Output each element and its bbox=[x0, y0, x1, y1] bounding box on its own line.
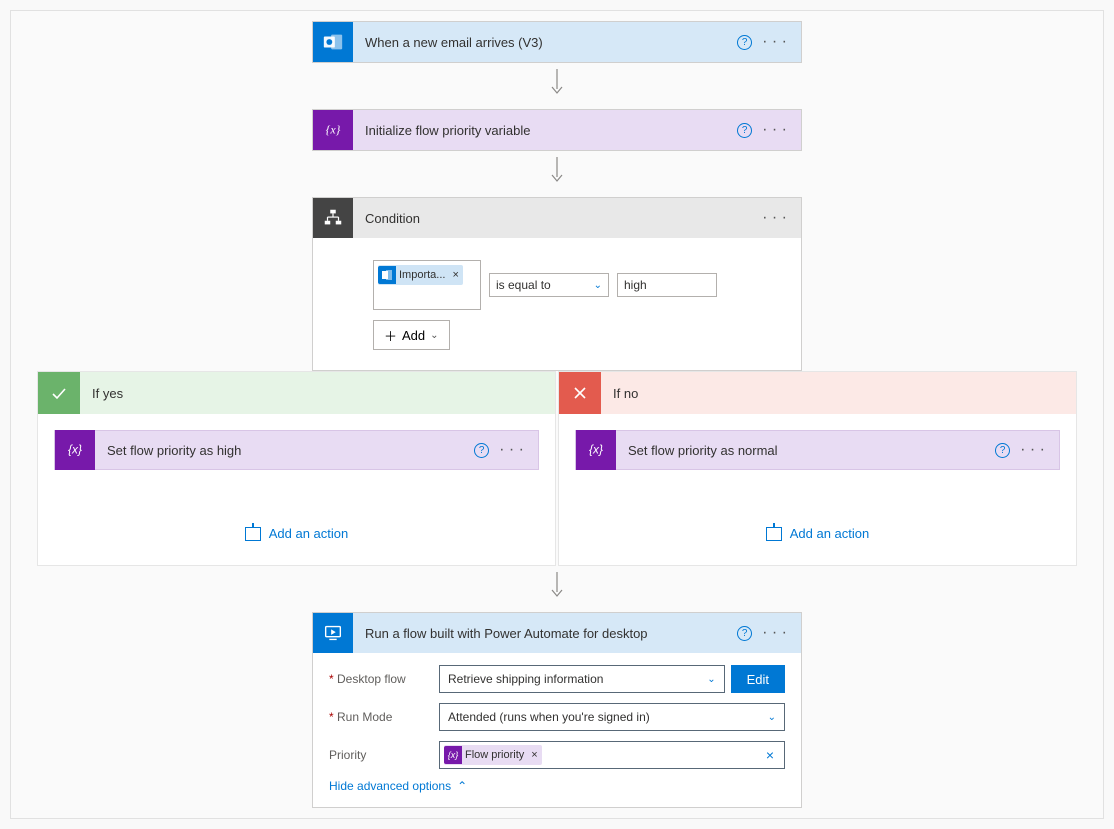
add-action-icon bbox=[766, 527, 782, 541]
condition-node[interactable]: Condition · · · Importa... × is equal bbox=[312, 197, 802, 371]
priority-input[interactable]: {x} Flow priority × × bbox=[439, 741, 785, 769]
chevron-down-icon: ⌄ bbox=[594, 280, 602, 291]
init-var-title: Initialize flow priority variable bbox=[365, 123, 737, 138]
run-mode-value: Attended (runs when you're signed in) bbox=[448, 710, 650, 724]
help-icon[interactable]: ? bbox=[737, 35, 752, 50]
plus-icon: ＋ bbox=[384, 326, 397, 345]
trigger-header[interactable]: When a new email arrives (V3) ? · · · bbox=[313, 22, 801, 62]
set-priority-normal-node[interactable]: {x} Set flow priority as normal ? · · · bbox=[575, 430, 1060, 470]
priority-label: Priority bbox=[329, 748, 439, 762]
add-action-no[interactable]: Add an action bbox=[766, 526, 870, 541]
trigger-title: When a new email arrives (V3) bbox=[365, 35, 737, 50]
condition-body: Importa... × is equal to ⌄ high ＋ Add ⌄ bbox=[313, 238, 801, 370]
token-remove-icon[interactable]: × bbox=[448, 269, 462, 281]
check-icon bbox=[38, 372, 80, 414]
add-action-label: Add an action bbox=[269, 526, 349, 541]
chevron-up-icon: ⌃ bbox=[457, 779, 467, 793]
set-high-title: Set flow priority as high bbox=[107, 443, 474, 458]
condition-title: Condition bbox=[365, 211, 758, 226]
init-var-header[interactable]: {x} Initialize flow priority variable ? … bbox=[313, 110, 801, 150]
branch-no-header: If no bbox=[559, 372, 1076, 414]
variable-icon: {x} bbox=[576, 430, 616, 470]
token-text: Flow priority bbox=[462, 749, 527, 761]
more-menu-icon[interactable]: · · · bbox=[758, 33, 791, 51]
more-menu-icon[interactable]: · · · bbox=[758, 624, 791, 642]
chevron-down-icon: ⌄ bbox=[707, 674, 715, 685]
trigger-node[interactable]: When a new email arrives (V3) ? · · · bbox=[312, 21, 802, 63]
arrow-icon bbox=[547, 572, 567, 600]
close-icon bbox=[559, 372, 601, 414]
clear-field-icon[interactable]: × bbox=[760, 747, 780, 763]
set-normal-title: Set flow priority as normal bbox=[628, 443, 995, 458]
variable-icon: {x} bbox=[313, 110, 353, 150]
condition-icon bbox=[313, 198, 353, 238]
condition-operator-select[interactable]: is equal to ⌄ bbox=[489, 273, 609, 297]
edit-button[interactable]: Edit bbox=[731, 665, 785, 693]
desktop-flow-icon bbox=[313, 613, 353, 653]
set-priority-high-node[interactable]: {x} Set flow priority as high ? · · · bbox=[54, 430, 539, 470]
branch-no: If no {x} Set flow priority as normal ? … bbox=[558, 371, 1077, 566]
outlook-icon bbox=[313, 22, 353, 62]
branch-yes: If yes {x} Set flow priority as high ? ·… bbox=[37, 371, 556, 566]
run-flow-body: * Desktop flow Retrieve shipping informa… bbox=[313, 653, 801, 807]
variable-icon: {x} bbox=[55, 430, 95, 470]
run-desktop-flow-node[interactable]: Run a flow built with Power Automate for… bbox=[312, 612, 802, 808]
add-action-yes[interactable]: Add an action bbox=[245, 526, 349, 541]
condition-branches: If yes {x} Set flow priority as high ? ·… bbox=[11, 371, 1103, 566]
more-menu-icon[interactable]: · · · bbox=[1016, 441, 1049, 459]
arrow-icon bbox=[547, 69, 567, 97]
desktop-flow-label: * Desktop flow bbox=[329, 672, 439, 686]
chevron-down-icon: ⌄ bbox=[430, 330, 438, 341]
more-menu-icon[interactable]: · · · bbox=[758, 209, 791, 227]
help-icon[interactable]: ? bbox=[474, 443, 489, 458]
token-remove-icon[interactable]: × bbox=[527, 749, 541, 761]
run-flow-title: Run a flow built with Power Automate for… bbox=[365, 626, 737, 641]
condition-header[interactable]: Condition · · · bbox=[313, 198, 801, 238]
help-icon[interactable]: ? bbox=[737, 626, 752, 641]
add-label: Add bbox=[402, 328, 425, 343]
hide-advanced-options-link[interactable]: Hide advanced options ⌃ bbox=[329, 779, 785, 793]
condition-left-operand[interactable]: Importa... × bbox=[373, 260, 481, 310]
variable-token-icon: {x} bbox=[444, 746, 462, 764]
svg-text:{x}: {x} bbox=[589, 443, 603, 457]
condition-value-input[interactable]: high bbox=[617, 273, 717, 297]
svg-text:{x}: {x} bbox=[68, 443, 82, 457]
add-action-label: Add an action bbox=[790, 526, 870, 541]
svg-text:{x}: {x} bbox=[326, 123, 341, 137]
token-text: Importa... bbox=[396, 269, 448, 281]
dynamic-token-importance[interactable]: Importa... × bbox=[378, 265, 463, 285]
help-icon[interactable]: ? bbox=[995, 443, 1010, 458]
flow-canvas: When a new email arrives (V3) ? · · · {x… bbox=[10, 10, 1104, 819]
add-action-icon bbox=[245, 527, 261, 541]
branch-yes-label: If yes bbox=[92, 386, 123, 401]
more-menu-icon[interactable]: · · · bbox=[495, 441, 528, 459]
dynamic-token-flow-priority[interactable]: {x} Flow priority × bbox=[444, 745, 542, 765]
add-condition-button[interactable]: ＋ Add ⌄ bbox=[373, 320, 450, 350]
desktop-flow-value: Retrieve shipping information bbox=[448, 672, 603, 686]
outlook-token-icon bbox=[378, 266, 396, 284]
run-flow-header[interactable]: Run a flow built with Power Automate for… bbox=[313, 613, 801, 653]
run-mode-select[interactable]: Attended (runs when you're signed in) ⌄ bbox=[439, 703, 785, 731]
arrow-icon bbox=[547, 157, 567, 185]
more-menu-icon[interactable]: · · · bbox=[758, 121, 791, 139]
condition-value-text: high bbox=[624, 278, 647, 292]
chevron-down-icon: ⌄ bbox=[768, 712, 776, 723]
run-mode-label: * Run Mode bbox=[329, 710, 439, 724]
branch-yes-header: If yes bbox=[38, 372, 555, 414]
branch-no-label: If no bbox=[613, 386, 638, 401]
operator-value: is equal to bbox=[496, 278, 551, 292]
desktop-flow-select[interactable]: Retrieve shipping information ⌄ bbox=[439, 665, 725, 693]
initialize-variable-node[interactable]: {x} Initialize flow priority variable ? … bbox=[312, 109, 802, 151]
help-icon[interactable]: ? bbox=[737, 123, 752, 138]
